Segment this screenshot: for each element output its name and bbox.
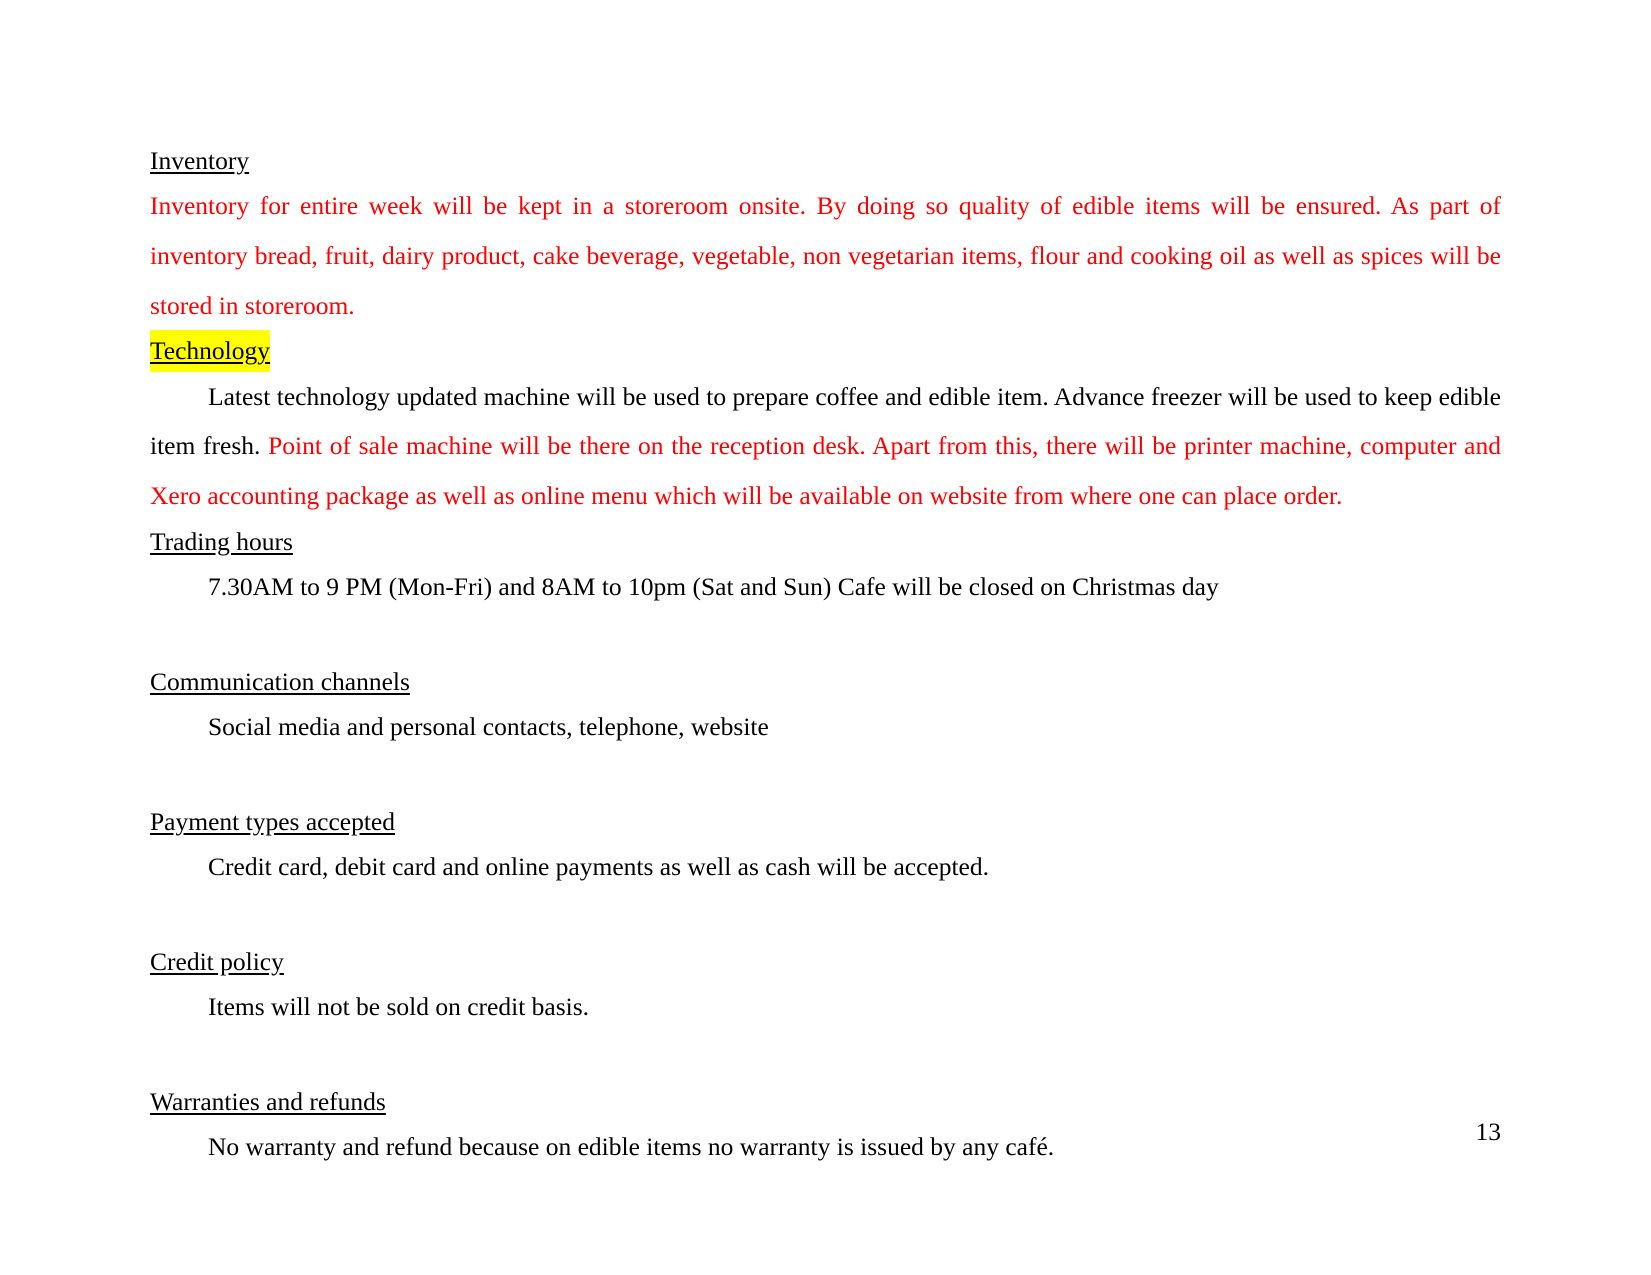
paragraph-payment-types-body: Credit card, debit card and online payme…	[208, 852, 989, 882]
paragraph-inventory-body: Inventory for entire week will be kept i…	[150, 191, 1501, 320]
section-communication-channels-heading-line: Communication channels	[150, 661, 1501, 702]
document-page: Inventory Inventory for entire week will…	[0, 0, 1651, 1275]
heading-technology: Technology	[150, 330, 271, 372]
technology-text-red: Point of sale machine will be there on t…	[150, 431, 1501, 511]
paragraph-communication-channels-body: Social media and personal contacts, tele…	[208, 712, 769, 742]
section-trading-hours-heading-line: Trading hours	[150, 521, 1501, 562]
paragraph-warranties-refunds-body: No warranty and refund because on edible…	[208, 1132, 1055, 1162]
section-payment-types-heading-line: Payment types accepted	[150, 801, 1501, 842]
paragraph-credit-policy-body: Items will not be sold on credit basis.	[208, 992, 590, 1022]
heading-payment-types-accepted: Payment types accepted	[150, 806, 395, 836]
paragraph-trading-hours-body: 7.30AM to 9 PM (Mon-Fri) and 8AM to 10pm…	[208, 572, 1219, 602]
section-inventory-heading-line: Inventory	[150, 140, 1501, 181]
page-number: 13	[1475, 1117, 1502, 1146]
section-credit-policy-heading-line: Credit policy	[150, 941, 1501, 982]
document-body: Inventory Inventory for entire week will…	[150, 140, 1501, 1172]
heading-inventory: Inventory	[150, 146, 250, 175]
heading-warranties-and-refunds: Warranties and refunds	[150, 1086, 386, 1116]
paragraph-technology-body: Latest technology updated machine will b…	[150, 372, 1501, 521]
heading-trading-hours: Trading hours	[150, 526, 293, 556]
heading-credit-policy: Credit policy	[150, 946, 284, 976]
section-technology-heading-line: Technology	[150, 330, 1501, 372]
section-warranties-refunds-heading-line: Warranties and refunds	[150, 1081, 1501, 1122]
heading-communication-channels: Communication channels	[150, 666, 410, 696]
